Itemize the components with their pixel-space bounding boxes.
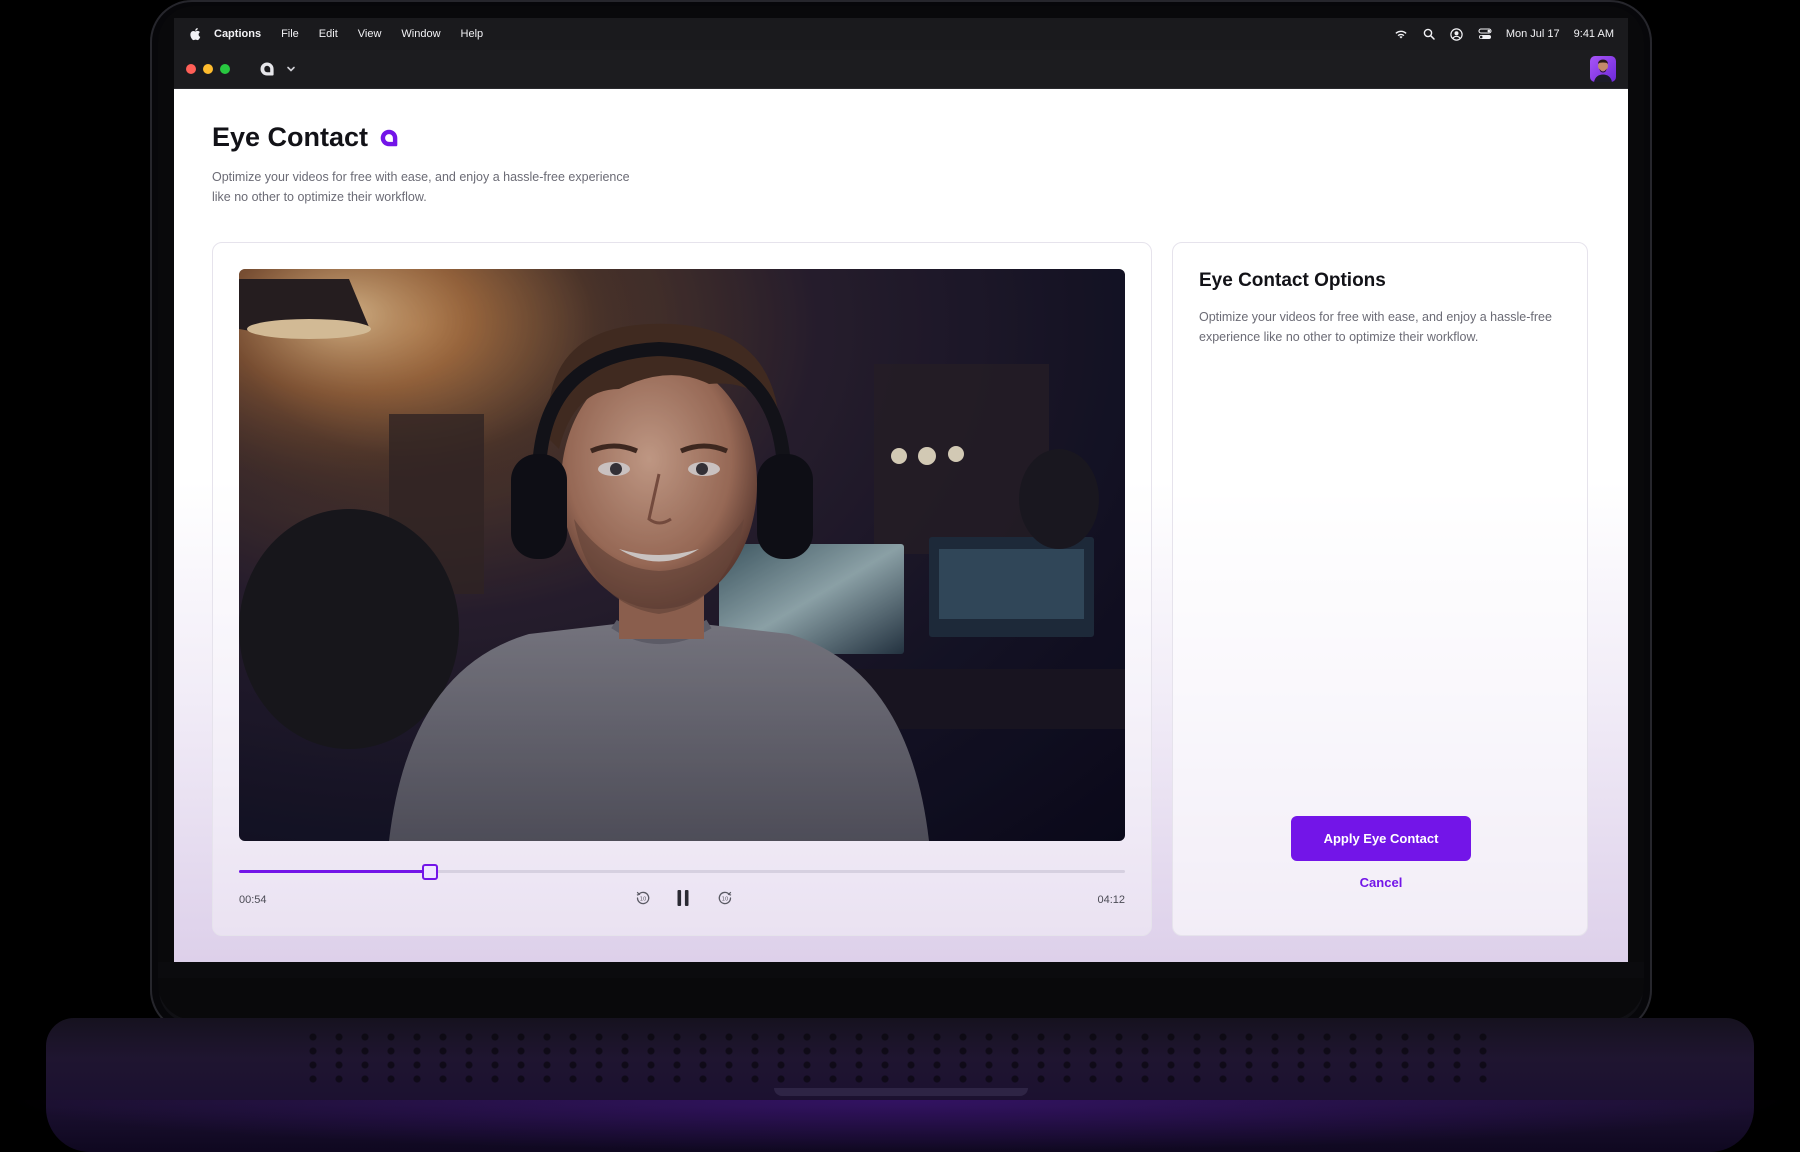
captions-logo-icon bbox=[378, 127, 400, 149]
forward-10-icon[interactable]: 10 bbox=[716, 887, 734, 909]
wifi-icon[interactable] bbox=[1394, 27, 1408, 41]
cancel-button[interactable]: Cancel bbox=[1291, 875, 1471, 890]
search-icon[interactable] bbox=[1422, 27, 1436, 41]
screen: Captions File Edit View Window Help Mon … bbox=[174, 18, 1628, 962]
menu-help[interactable]: Help bbox=[461, 28, 484, 40]
page-title-text: Eye Contact bbox=[212, 122, 369, 152]
maximize-window-button[interactable] bbox=[220, 64, 230, 74]
rewind-10-icon[interactable]: 10 bbox=[634, 887, 652, 909]
menu-edit[interactable]: Edit bbox=[319, 28, 338, 40]
window-titlebar bbox=[174, 50, 1628, 89]
main-content: Eye Contact Optimize your videos for fre… bbox=[174, 89, 1628, 962]
video-player-card: 00:54 04:12 10 10 bbox=[212, 242, 1152, 936]
eye-contact-options-panel: Eye Contact Options Optimize your videos… bbox=[1172, 242, 1588, 936]
avatar[interactable] bbox=[1590, 56, 1616, 82]
menu-window[interactable]: Window bbox=[401, 28, 440, 40]
page-subtitle: Optimize your videos for free with ease,… bbox=[212, 170, 630, 204]
options-title: Eye Contact Options bbox=[1199, 270, 1386, 291]
video-preview[interactable] bbox=[239, 269, 1125, 841]
close-window-button[interactable] bbox=[186, 64, 196, 74]
svg-text:10: 10 bbox=[722, 896, 729, 902]
minimize-window-button[interactable] bbox=[203, 64, 213, 74]
svg-text:10: 10 bbox=[640, 896, 647, 902]
page-title: Eye Contact bbox=[212, 122, 400, 153]
chevron-down-icon[interactable] bbox=[286, 62, 296, 76]
menu-app-name[interactable]: Captions bbox=[214, 28, 261, 40]
apply-eye-contact-button[interactable]: Apply Eye Contact bbox=[1291, 816, 1471, 861]
captions-logo-icon[interactable] bbox=[258, 60, 276, 78]
progress-slider[interactable] bbox=[239, 864, 1125, 880]
menubar-time: 9:41 AM bbox=[1573, 28, 1614, 40]
control-center-icon[interactable] bbox=[1478, 27, 1492, 41]
current-time: 00:54 bbox=[239, 894, 267, 906]
pause-icon[interactable] bbox=[674, 887, 692, 909]
video-frame-image bbox=[239, 269, 1125, 841]
trackpad-notch bbox=[774, 1088, 1028, 1096]
progress-fill bbox=[239, 870, 430, 873]
keyboard bbox=[300, 1030, 1500, 1088]
options-description: Optimize your videos for free with ease,… bbox=[1199, 310, 1552, 344]
apple-icon[interactable] bbox=[188, 26, 202, 42]
user-circle-icon[interactable] bbox=[1450, 27, 1464, 41]
status-area: Mon Jul 17 9:41 AM bbox=[1394, 18, 1614, 50]
menu-bar: Captions File Edit View Window Help Mon … bbox=[174, 18, 1628, 50]
screen-chin bbox=[158, 962, 1644, 978]
menubar-date: Mon Jul 17 bbox=[1505, 28, 1560, 40]
base-glow bbox=[0, 1100, 1800, 1152]
progress-handle[interactable] bbox=[422, 864, 439, 880]
menu-file[interactable]: File bbox=[281, 28, 299, 40]
total-time: 04:12 bbox=[1097, 894, 1125, 906]
menu-view[interactable]: View bbox=[358, 28, 382, 40]
